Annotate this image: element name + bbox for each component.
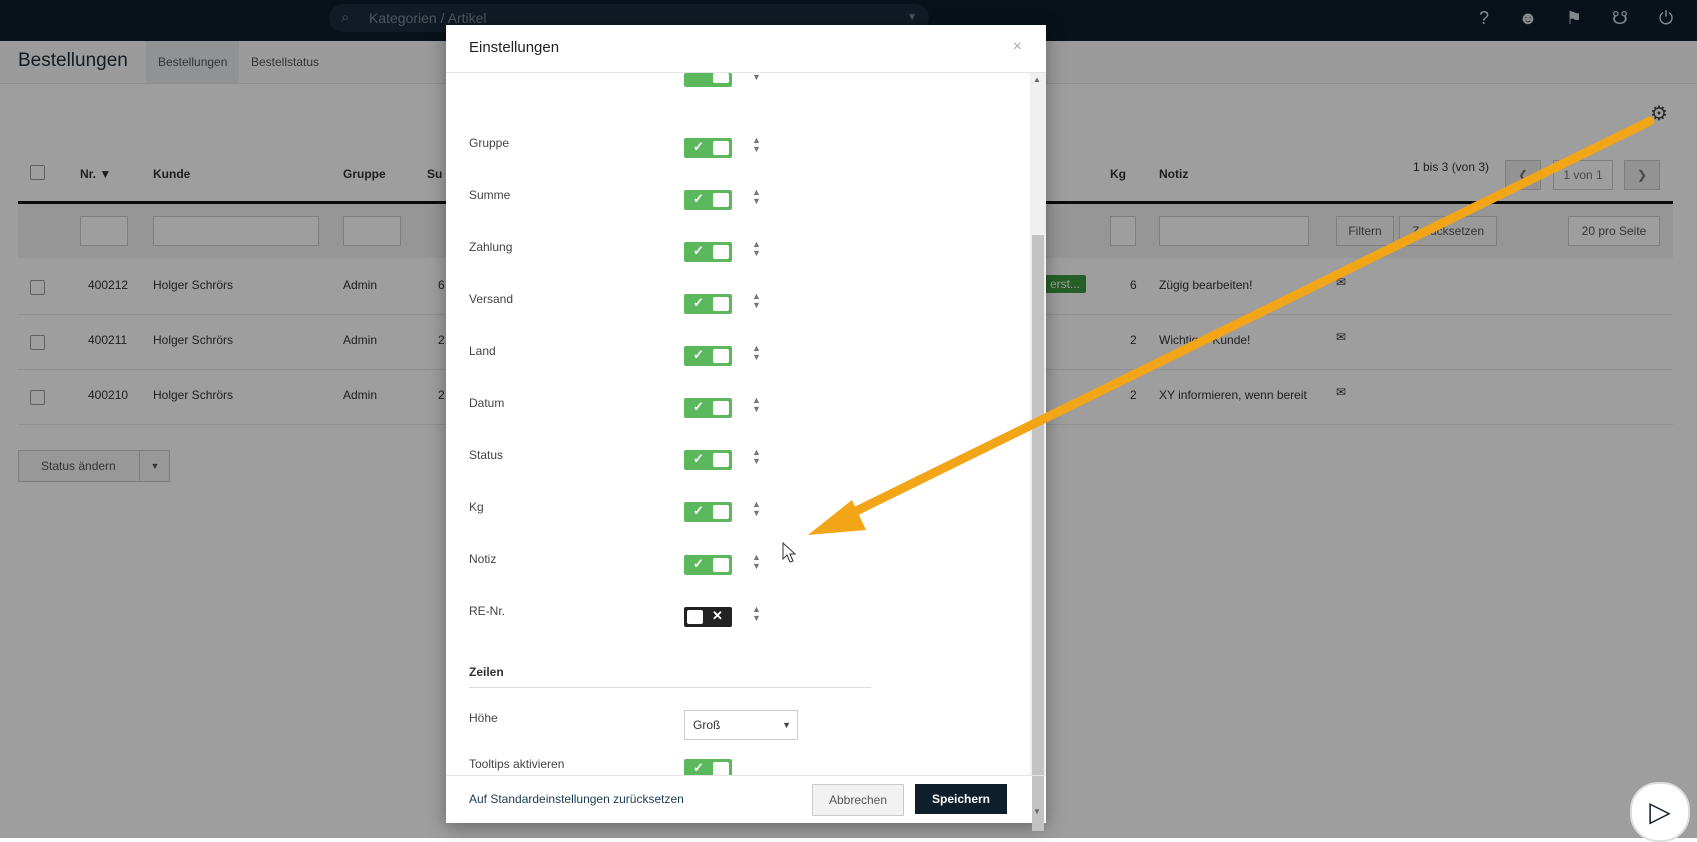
annotation-arrow [808,116,1655,535]
help-lightbulb-icon[interactable]: ▷ [1630,782,1690,842]
arrow-head [808,500,866,535]
mouse-cursor-icon [782,542,797,563]
arrow-line [837,116,1655,523]
